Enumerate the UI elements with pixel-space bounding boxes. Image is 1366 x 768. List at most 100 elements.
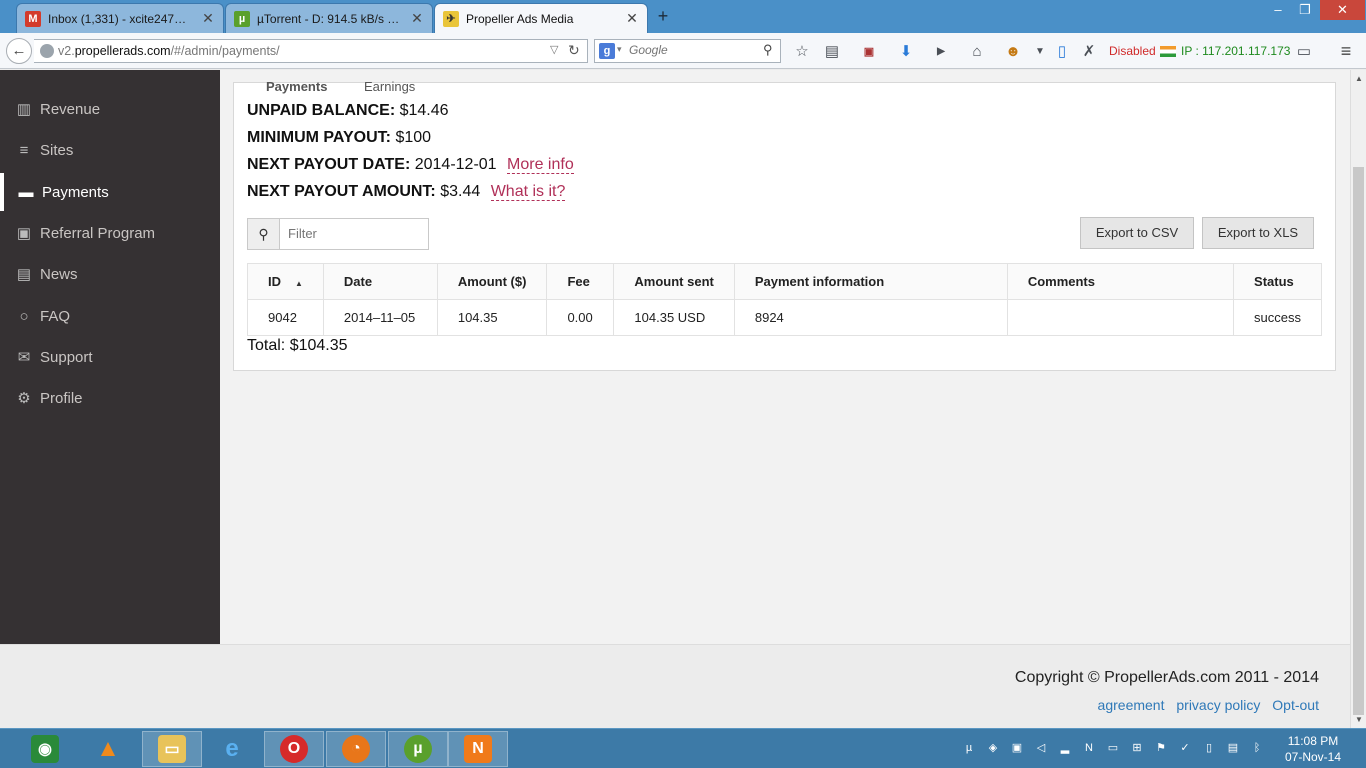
taskbar-app-firefox[interactable]: ◔ [326, 731, 386, 767]
taskbar-app-n[interactable]: N [448, 731, 508, 767]
column-header-id[interactable]: ID ▲ [247, 263, 324, 300]
column-header-amount[interactable]: Amount ($) [436, 263, 548, 300]
sidebar-item-revenue[interactable]: ▥ Revenue [0, 90, 220, 128]
page-scrollbar[interactable]: ▲ ▼ [1350, 70, 1366, 728]
globe-icon [40, 44, 54, 58]
window-icon[interactable]: ▭ [1295, 43, 1313, 61]
dropdown-icon[interactable]: ▽ [550, 43, 558, 56]
close-icon[interactable]: ✕ [410, 10, 424, 27]
tab-gmail[interactable]: M Inbox (1,331) - xcite247@g... ✕ [16, 3, 224, 33]
scroll-down-icon[interactable]: ▼ [1351, 715, 1366, 724]
star-icon[interactable]: ☆ [793, 43, 811, 61]
taskbar-app-vlc[interactable]: ▲ [78, 731, 138, 767]
display-tray-icon[interactable]: ▭ [1106, 741, 1120, 755]
no-script-icon[interactable]: ✗ [1080, 43, 1098, 61]
window-close-icon[interactable]: ✕ [1320, 0, 1365, 20]
sidebar-item-label: Profile [40, 389, 83, 407]
sidebar-item-payments[interactable]: ▬ Payments [0, 173, 220, 211]
bar-chart-icon: ▥ [16, 101, 32, 118]
bluetooth-icon[interactable]: ᛒ [1250, 741, 1264, 755]
sidebar-item-referral-program[interactable]: ▣ Referral Program [0, 214, 220, 252]
filter-input[interactable] [288, 226, 418, 241]
firefox-icon: ◔ [342, 735, 370, 763]
signal-icon[interactable]: ▂ [1058, 741, 1072, 755]
privacy-policy-link[interactable]: privacy policy [1176, 697, 1260, 713]
search-bar[interactable]: g ▾ ⚲ [594, 39, 781, 63]
close-icon[interactable]: ✕ [625, 10, 639, 27]
more-info-link[interactable]: More info [507, 156, 574, 174]
flag-tray-icon[interactable]: ⚑ [1154, 741, 1168, 755]
propeller-icon: ✈ [443, 10, 459, 27]
sidebar-item-profile[interactable]: ⚙ Profile [0, 379, 220, 417]
column-header-comments[interactable]: Comments [1006, 263, 1235, 300]
tab-title: Propeller Ads Media [466, 11, 574, 26]
new-tab-button[interactable]: + [653, 6, 673, 26]
cell-id: 9042 [247, 299, 324, 336]
download-icon[interactable]: ⬇ [897, 43, 915, 61]
cell-fee: 0.00 [546, 299, 615, 336]
monkey-icon[interactable]: ☻ [1004, 43, 1022, 61]
tab-payments[interactable]: Payments [266, 79, 346, 95]
tab-propeller[interactable]: ✈ Propeller Ads Media ✕ [434, 3, 648, 33]
search-icon[interactable]: ⚲ [763, 42, 773, 58]
next-payout-amount: NEXT PAYOUT AMOUNT: $3.44 What is it? [247, 183, 566, 201]
clipboard-icon[interactable]: ▤ [823, 43, 841, 61]
reload-icon[interactable]: ↻ [568, 42, 580, 59]
utorrent-tray-icon[interactable]: µ [962, 741, 976, 755]
tab-utorrent[interactable]: µ µTorrent - D: 914.5 kB/s U: ... ✕ [225, 3, 433, 33]
minimum-payout: MINIMUM PAYOUT: $100 [247, 129, 432, 146]
sidebar-item-sites[interactable]: ≡ Sites [0, 131, 220, 169]
newspaper-icon: ▤ [16, 266, 32, 283]
agreement-link[interactable]: agreement [1098, 697, 1165, 713]
eye-icon: ◉ [31, 735, 59, 763]
search-input[interactable] [629, 43, 759, 57]
taskbar-app-eye[interactable]: ◉ [15, 731, 75, 767]
column-header-status[interactable]: Status [1233, 263, 1322, 300]
column-header-amount-sent[interactable]: Amount sent [613, 263, 735, 300]
windows-tray-icon[interactable]: ⊞ [1130, 741, 1144, 755]
taskbar-app-utorrent[interactable]: µ [388, 731, 448, 767]
tab-earnings[interactable]: Earnings [364, 79, 444, 95]
url-bar[interactable]: v2.propellerads.com/#/admin/payments/ ▽ … [34, 39, 588, 63]
ip-label: IP : 117.201.117.173 [1181, 44, 1291, 58]
n-tray-icon[interactable]: N [1082, 741, 1096, 755]
ht-tray-icon[interactable]: ▤ [1226, 741, 1240, 755]
column-header-payment-information[interactable]: Payment information [733, 263, 1008, 300]
minimize-icon[interactable]: ‒ [1263, 0, 1293, 20]
taskbar-app-opera[interactable]: O [264, 731, 324, 767]
chevron-down-icon[interactable]: ▾ [617, 44, 622, 55]
chevron-down-icon[interactable]: ▼ [1031, 43, 1049, 61]
sidebar-item-support[interactable]: ✉ Support [0, 338, 220, 376]
taskbar-app-explorer[interactable]: ▭ [142, 731, 202, 767]
youtube-icon[interactable]: ▶ [932, 43, 950, 61]
shield-tray-icon[interactable]: ✓ [1178, 741, 1192, 755]
export-xls-button[interactable]: Export to XLS [1202, 217, 1314, 249]
export-csv-button[interactable]: Export to CSV [1080, 217, 1194, 249]
youtube-downloader-icon[interactable]: ▣ [860, 43, 878, 61]
hamburger-menu-icon[interactable]: ≡ [1336, 42, 1356, 60]
cell-status: success [1233, 299, 1322, 336]
vlc-cone-icon: ▲ [96, 735, 120, 762]
column-header-fee[interactable]: Fee [546, 263, 615, 300]
cell-amount: 104.35 [436, 299, 548, 336]
app-tray-icon[interactable]: ▣ [1010, 741, 1024, 755]
home-icon[interactable]: ⌂ [968, 43, 986, 61]
sidebar-item-news[interactable]: ▤ News [0, 255, 220, 293]
battery-tray-icon[interactable]: ▯ [1202, 741, 1216, 755]
what-is-it-link[interactable]: What is it? [490, 183, 566, 201]
sidebar-item-faq[interactable]: ○ FAQ [0, 297, 220, 335]
taskbar-clock[interactable]: 11:08 PM 07-Nov-14 [1283, 733, 1343, 765]
network-tray-icon[interactable]: ◈ [986, 741, 1000, 755]
india-flag-icon [1160, 46, 1176, 57]
opt-out-link[interactable]: Opt-out [1272, 697, 1319, 713]
volume-icon[interactable]: ◁ [1034, 741, 1048, 755]
close-icon[interactable]: ✕ [201, 10, 215, 27]
scroll-thumb[interactable] [1353, 167, 1364, 715]
sort-up-icon[interactable]: ▲ [295, 279, 303, 288]
back-arrow-icon[interactable]: ← [6, 38, 32, 64]
scroll-up-icon[interactable]: ▲ [1351, 74, 1366, 83]
mobile-icon[interactable]: ▯ [1053, 43, 1071, 61]
restore-icon[interactable]: ❐ [1290, 0, 1320, 20]
column-header-date[interactable]: Date [322, 263, 438, 300]
taskbar-app-ie[interactable]: e [202, 731, 262, 767]
